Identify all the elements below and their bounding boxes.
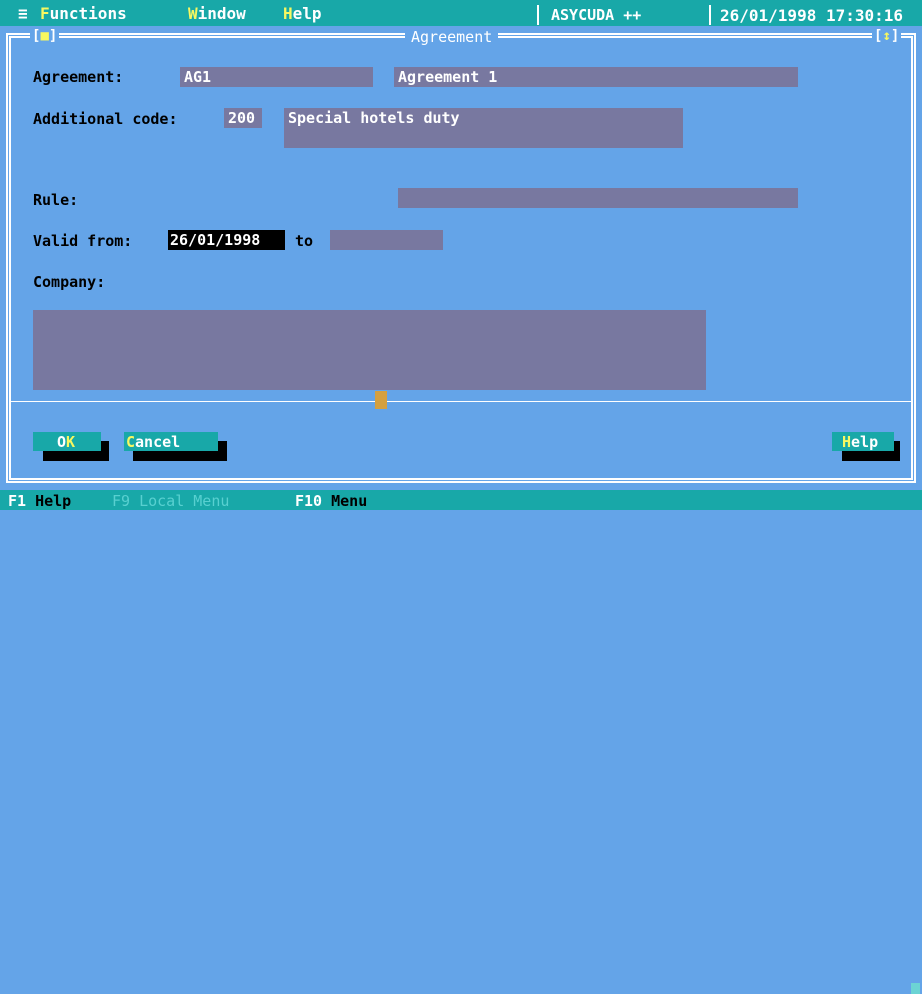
button-area-divider [9,401,913,402]
frame-bottom-inner [9,478,913,480]
frame-right-outer [914,33,916,483]
frame-right-inner [911,36,913,480]
menu-functions-hotkey: F [40,4,50,23]
agreement-name-field[interactable]: Agreement 1 [394,67,798,87]
clock: 26/01/1998 17:30:16 [720,6,904,25]
additional-code-label: Additional code: [33,110,178,128]
cancel-button[interactable]: Cancel [124,432,218,451]
frame-left-inner [9,36,11,480]
agreement-label: Agreement: [33,68,124,86]
ok-button[interactable]: OK [33,432,101,451]
company-label: Company: [33,273,106,291]
ok-button-hotkey: K [66,433,76,451]
additional-code-field[interactable]: 200 [224,108,262,128]
agreement-code-field[interactable]: AG1 [180,67,373,87]
menu-functions[interactable]: Functions [40,4,127,23]
f1-key: F1 [8,492,27,510]
f10-key: F10 [295,492,323,510]
menu-functions-label: unctions [49,4,127,23]
additional-code-description[interactable]: Special hotels duty [284,108,683,148]
function-key-bar: F1 Help F9 Local Menu F10 Menu [0,490,922,994]
frame-bottom-outer [6,481,916,483]
scroll-thumb[interactable] [375,391,387,409]
menu-bar: ≡ Functions Window Help ASYCUDA ++ 26/01… [0,0,922,26]
help-button[interactable]: Help [832,432,894,451]
f9-key: F9 [112,492,131,510]
close-icon: ■ [40,28,49,44]
valid-from-label: Valid from: [33,232,133,250]
company-textarea[interactable] [33,310,706,390]
valid-to-field[interactable] [330,230,443,250]
f9-local-menu-key: F9 Local Menu [112,492,229,510]
cancel-button-label: ancel [135,433,181,451]
f1-help-key[interactable]: F1 Help [8,492,71,510]
ok-button-label: O [57,433,67,451]
menu-window-hotkey: W [188,4,198,23]
system-menu-icon[interactable]: ≡ [18,4,28,23]
f10-label: Menu [331,492,368,510]
menu-help-hotkey: H [283,4,293,23]
menu-window-label: indow [197,4,246,23]
cancel-button-hotkey: C [126,433,136,451]
valid-from-field[interactable]: 26/01/1998 [168,230,285,250]
frame-left-outer [6,33,8,483]
rule-label: Rule: [33,191,79,209]
help-button-hotkey: H [842,433,852,451]
window-title: Agreement [405,28,499,46]
help-button-label: elp [851,433,879,451]
menu-help-label: elp [292,4,322,23]
rule-field[interactable] [398,188,798,208]
window-close-button[interactable]: [■] [30,28,60,44]
window-resize-button[interactable]: [↕] [872,28,902,44]
app-name: ASYCUDA ++ [551,6,642,24]
f1-label: Help [35,492,72,510]
menu-window[interactable]: Window [188,4,246,23]
to-label: to [295,232,314,250]
resize-icon: ↕ [882,28,891,44]
f9-label: Local Menu [139,492,230,510]
resize-grip-icon[interactable] [911,983,920,994]
menu-help[interactable]: Help [283,4,322,23]
f10-menu-key[interactable]: F10 Menu [295,492,367,510]
